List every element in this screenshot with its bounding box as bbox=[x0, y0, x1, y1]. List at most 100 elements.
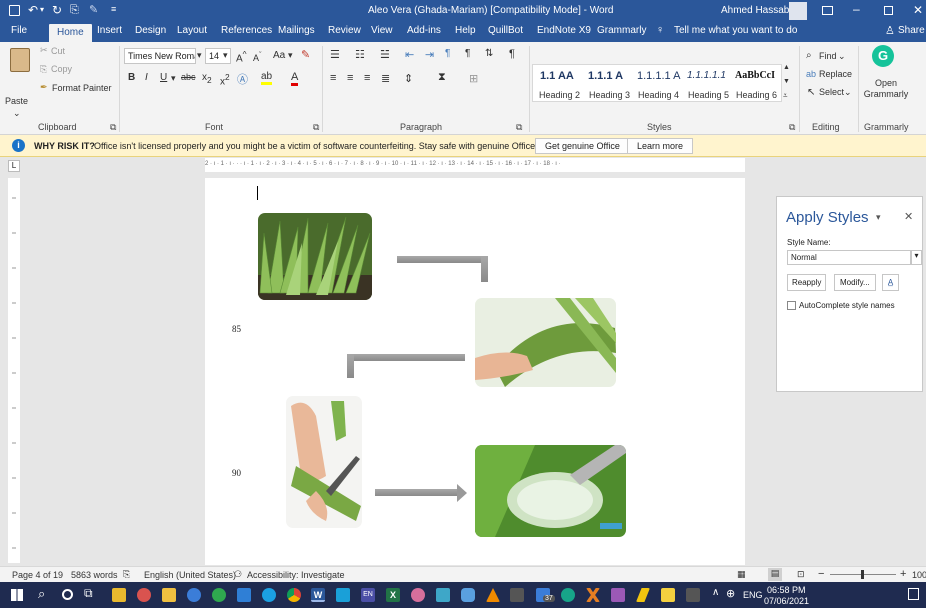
app-icon-doc[interactable] bbox=[661, 588, 675, 602]
close-icon[interactable]: ✕ bbox=[913, 3, 923, 17]
tab-references[interactable]: References bbox=[221, 25, 272, 36]
aloe-leaf-hand-image[interactable] bbox=[475, 298, 616, 387]
change-case-button[interactable]: Aa bbox=[273, 50, 285, 61]
language-indicator[interactable]: English (United States) bbox=[144, 570, 236, 580]
notifications-icon[interactable] bbox=[908, 588, 919, 600]
edge-icon[interactable] bbox=[262, 588, 276, 602]
styles-more-icon[interactable]: ⩡ bbox=[783, 91, 788, 101]
app-icon-sky[interactable] bbox=[336, 588, 350, 602]
replace-button[interactable]: Replace bbox=[819, 69, 852, 79]
open-grammarly-button[interactable]: Open Grammarly bbox=[862, 78, 910, 100]
bullets-icon[interactable]: ☰ bbox=[330, 48, 340, 61]
search-icon[interactable]: ⌕ bbox=[38, 586, 45, 602]
proofing-icon[interactable]: ⎘ bbox=[123, 569, 130, 580]
app-icon-figure[interactable] bbox=[686, 588, 700, 602]
aloe-plants-image[interactable] bbox=[258, 213, 372, 300]
subscript-icon[interactable]: x2 bbox=[202, 72, 212, 85]
font-launcher-icon[interactable]: ⧉ bbox=[313, 122, 319, 133]
tab-grammarly[interactable]: Grammarly bbox=[597, 25, 646, 36]
find-dropdown-icon[interactable]: ⌄ bbox=[838, 51, 846, 62]
styles-scroll-down-icon[interactable]: ▼ bbox=[783, 78, 790, 85]
select-dropdown-icon[interactable]: ⌄ bbox=[844, 87, 852, 98]
tab-file[interactable]: File bbox=[11, 25, 27, 36]
accessibility-indicator[interactable]: Accessibility: Investigate bbox=[247, 570, 345, 580]
shading-icon[interactable]: ⧗ bbox=[438, 71, 446, 84]
find-icon[interactable]: ⌕ bbox=[806, 50, 812, 61]
pane-close-icon[interactable]: ✕ bbox=[904, 210, 913, 223]
app-icon-red[interactable] bbox=[137, 588, 151, 602]
paste-icon[interactable] bbox=[10, 48, 30, 72]
decrease-indent-icon[interactable]: ⇤ bbox=[405, 48, 414, 61]
vlc-icon[interactable] bbox=[486, 588, 500, 602]
app-icon-x[interactable] bbox=[586, 588, 600, 602]
horizontal-ruler[interactable]: 2 · ı · 1 · ı · · · ı · 1 · ı · 2 · ı · … bbox=[205, 158, 745, 172]
font-size-dropdown-icon[interactable]: ▾ bbox=[223, 50, 228, 61]
increase-indent-icon[interactable]: ⇥ bbox=[425, 48, 434, 61]
select-icon[interactable]: ↖ bbox=[807, 87, 815, 98]
clipboard-launcher-icon[interactable]: ⧉ bbox=[110, 122, 116, 133]
font-color-icon[interactable]: A bbox=[291, 71, 299, 86]
style-preview-heading-5[interactable]: 1.1.1.1.1 bbox=[687, 70, 726, 81]
tell-me-search[interactable]: Tell me what you want to do bbox=[674, 25, 797, 36]
format-painter-icon[interactable]: ✒ bbox=[40, 82, 48, 93]
clock-date[interactable]: 07/06/2021 bbox=[764, 596, 809, 606]
reapply-button[interactable]: Reapply bbox=[787, 274, 827, 291]
task-view-icon[interactable]: ⧉ bbox=[84, 586, 93, 601]
ruler-toggle-icon[interactable]: L bbox=[8, 160, 20, 172]
tab-layout[interactable]: Layout bbox=[177, 25, 207, 36]
word-count[interactable]: 5863 words bbox=[71, 570, 118, 580]
aloe-gel-spoon-image[interactable] bbox=[475, 445, 626, 537]
undo-dropdown-icon[interactable]: ▾ bbox=[40, 5, 44, 14]
italic-icon[interactable]: I bbox=[145, 72, 148, 83]
app-icon-pink[interactable] bbox=[411, 588, 425, 602]
user-name[interactable]: Ahmed Hassabo bbox=[721, 5, 795, 16]
style-name-input[interactable]: Normal bbox=[787, 250, 911, 265]
numbering-icon[interactable]: ☷ bbox=[355, 48, 365, 61]
style-heading-3[interactable]: Heading 3 bbox=[589, 90, 630, 100]
app-icon-cloud[interactable] bbox=[461, 588, 475, 602]
styles-pane-icon[interactable]: A̲ bbox=[882, 274, 899, 291]
change-case-dropdown-icon[interactable]: ▾ bbox=[288, 50, 293, 61]
web-layout-icon[interactable]: ⊡ bbox=[797, 569, 805, 580]
tab-design[interactable]: Design bbox=[135, 25, 166, 36]
tab-view[interactable]: View bbox=[371, 25, 393, 36]
word-icon[interactable]: W bbox=[311, 588, 325, 602]
redo-icon[interactable]: ↻ bbox=[52, 3, 62, 17]
undo-icon[interactable]: ↶ bbox=[28, 3, 38, 17]
tab-home[interactable]: Home bbox=[49, 24, 92, 42]
select-button[interactable]: Select bbox=[819, 87, 844, 97]
tab-endnote[interactable]: EndNote X9 bbox=[537, 25, 591, 36]
tray-expand-icon[interactable]: ∧ bbox=[712, 587, 719, 598]
zoom-in-icon[interactable]: + bbox=[900, 568, 906, 580]
zoom-level[interactable]: 100 bbox=[912, 570, 926, 580]
strikethrough-icon[interactable]: abc bbox=[181, 72, 196, 82]
tab-mailings[interactable]: Mailings bbox=[278, 25, 315, 36]
style-heading-4[interactable]: Heading 4 bbox=[638, 90, 679, 100]
aloe-cutting-image[interactable] bbox=[286, 396, 362, 528]
style-name-dropdown-icon[interactable]: ▾ bbox=[911, 250, 922, 265]
style-heading-2[interactable]: Heading 2 bbox=[539, 90, 580, 100]
styles-scroll-up-icon[interactable]: ▲ bbox=[783, 64, 790, 71]
multilevel-list-icon[interactable]: ☱ bbox=[380, 48, 390, 61]
store-icon[interactable] bbox=[237, 588, 251, 602]
app-icon-dark[interactable] bbox=[510, 588, 524, 602]
page-count[interactable]: Page 4 of 19 bbox=[12, 570, 63, 580]
style-preview-heading-4[interactable]: 1.1.1.1 A bbox=[637, 70, 680, 82]
align-center-icon[interactable]: ≡ bbox=[347, 72, 353, 84]
rtl-icon[interactable]: ¶ bbox=[465, 48, 470, 59]
find-button[interactable]: Find bbox=[819, 51, 837, 61]
text-effects-icon[interactable]: Ⓐ bbox=[237, 71, 248, 87]
zoom-out-icon[interactable]: − bbox=[818, 568, 824, 580]
app-icon-teal[interactable] bbox=[436, 588, 450, 602]
shrink-font-icon[interactable]: Aˇ bbox=[253, 50, 262, 63]
font-name-box[interactable]: Times New Roma bbox=[124, 48, 196, 64]
excel-icon[interactable]: X bbox=[386, 588, 400, 602]
ribbon-display-options-icon[interactable] bbox=[822, 6, 833, 15]
vertical-ruler[interactable] bbox=[8, 178, 20, 563]
tab-add-ins[interactable]: Add-ins bbox=[407, 25, 441, 36]
tab-quillbot[interactable]: QuillBot bbox=[488, 25, 523, 36]
superscript-icon[interactable]: x2 bbox=[220, 72, 230, 87]
ltr-icon[interactable]: ¶ bbox=[445, 48, 450, 59]
font-name-dropdown-icon[interactable]: ▾ bbox=[197, 50, 202, 61]
style-preview-heading-6[interactable]: AaBbCcI bbox=[735, 70, 775, 81]
